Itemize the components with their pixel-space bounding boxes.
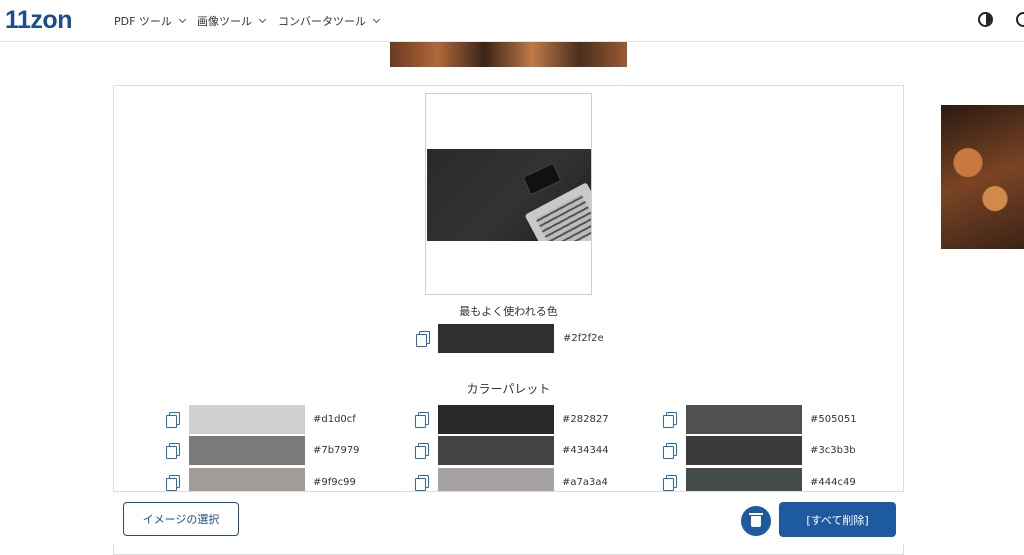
palette-swatch — [686, 436, 802, 465]
palette-swatch — [189, 436, 305, 465]
phone-shape — [522, 162, 562, 196]
palette-hex: #a7a3a4 — [562, 477, 608, 488]
most-used-swatch — [438, 324, 554, 353]
palette-hex: #3c3b3b — [810, 445, 856, 456]
copy-icon[interactable] — [415, 475, 429, 491]
copy-icon[interactable] — [415, 412, 429, 428]
copy-icon[interactable] — [166, 475, 180, 491]
nav-image-tools[interactable]: 画像ツール — [197, 13, 267, 29]
chevron-down-icon — [178, 15, 186, 24]
contrast-toggle-icon[interactable] — [978, 12, 993, 27]
palette-hex: #d1d0cf — [313, 414, 356, 425]
most-used-color-heading: 最もよく使われる色 — [459, 305, 558, 318]
nav-pdf-tools[interactable]: PDF ツール — [114, 13, 186, 29]
copy-icon[interactable] — [416, 331, 430, 347]
copy-icon[interactable] — [415, 443, 429, 459]
palette-swatch — [686, 405, 802, 434]
palette-swatch — [438, 436, 554, 465]
copy-icon[interactable] — [663, 443, 677, 459]
copy-icon[interactable] — [663, 412, 677, 428]
delete-all-button[interactable]: [すべて削除] — [779, 502, 896, 537]
copy-icon[interactable] — [166, 443, 180, 459]
palette-swatch — [438, 405, 554, 434]
trash-icon-body — [751, 516, 761, 527]
history-icon[interactable] — [1016, 12, 1024, 27]
palette-hex: #434344 — [562, 445, 609, 456]
nav-pdf-tools-label: PDF ツール — [114, 15, 172, 28]
copy-icon[interactable] — [166, 412, 180, 428]
palette-swatch — [189, 405, 305, 434]
nav-converter-tools-label: コンバータツール — [278, 15, 366, 28]
palette-hex: #444c49 — [810, 477, 856, 488]
chevron-down-icon — [258, 15, 267, 24]
background-photo — [941, 105, 1024, 249]
background-photo — [390, 42, 627, 67]
palette-swatch — [686, 468, 802, 492]
image-preview — [425, 93, 592, 295]
palette-hex: #7b7979 — [313, 445, 360, 456]
palette-swatch — [189, 468, 305, 492]
palette-hex: #9f9c99 — [313, 477, 356, 488]
nav-converter-tools[interactable]: コンバータツール — [278, 13, 381, 29]
site-logo[interactable]: 11zon — [5, 6, 72, 35]
select-image-button[interactable]: イメージの選択 — [123, 502, 239, 536]
most-used-hex: #2f2f2e — [563, 333, 604, 344]
trash-button[interactable] — [741, 506, 771, 536]
nav-image-tools-label: 画像ツール — [197, 15, 252, 28]
chevron-down-icon — [372, 15, 381, 24]
preview-image — [427, 149, 591, 241]
palette-hex: #505051 — [810, 414, 857, 425]
copy-icon[interactable] — [663, 475, 677, 491]
top-navigation-bar: 11zon PDF ツール 画像ツール コンバータツール — [0, 0, 1024, 42]
trash-icon — [749, 513, 763, 515]
palette-hex: #282827 — [562, 414, 609, 425]
palette-heading: カラーパレット — [466, 382, 551, 396]
palette-swatch — [438, 468, 554, 492]
